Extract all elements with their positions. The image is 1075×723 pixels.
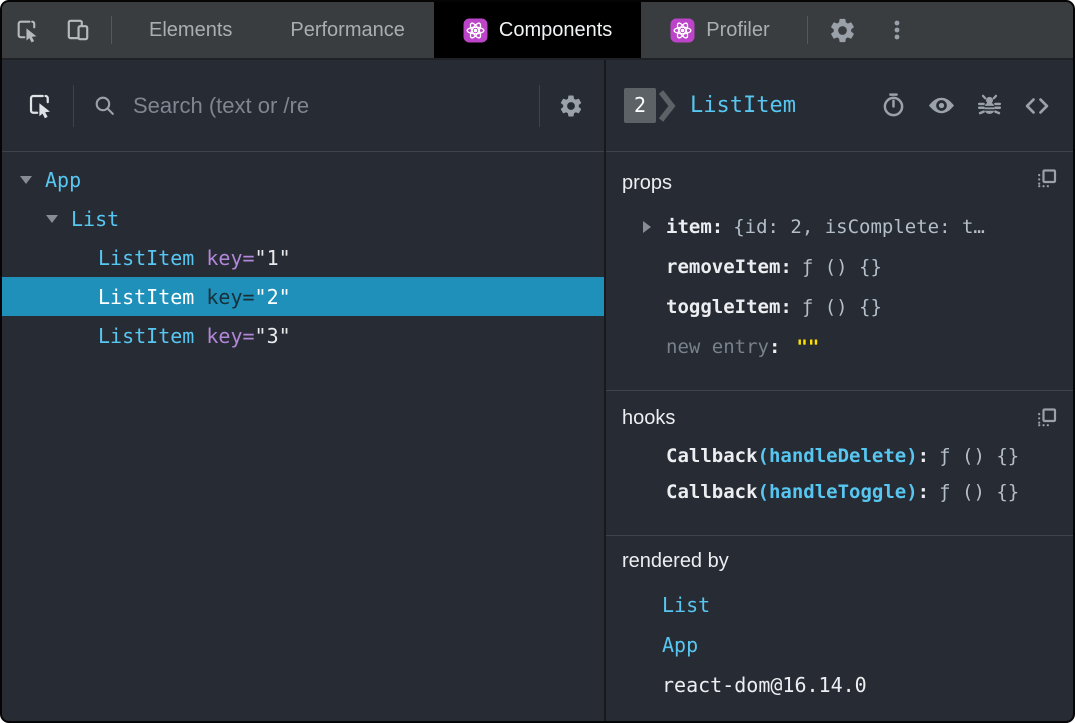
key-attribute: key= (206, 323, 255, 348)
divider (73, 84, 74, 127)
component-tree: App List ListItem key= "1" ListItem key= "… (2, 152, 604, 721)
selected-index-badge: 2 (624, 88, 657, 123)
log-to-console-bug-icon[interactable] (976, 92, 1003, 119)
props-section: props item: {id: 2, isComplete: t… remove… (606, 152, 1073, 391)
tree-node-listitem-2-selected[interactable]: ListItem key= "2" (2, 277, 604, 316)
tab-label: Performance (290, 18, 405, 41)
tree-node-listitem-1[interactable]: ListItem key= "1" (2, 238, 604, 277)
more-options-icon[interactable] (869, 2, 925, 58)
component-tree-pane: App List ListItem key="1" ListItem key="… (2, 60, 606, 721)
new-entry-value[interactable]: "" (796, 336, 819, 358)
react-logo-icon (462, 17, 488, 43)
section-title: rendered by (622, 550, 729, 572)
owner-link-list[interactable]: List (622, 585, 1057, 625)
component-name: App (45, 167, 82, 192)
component-name: ListItem (98, 245, 195, 270)
search-input[interactable] (133, 92, 521, 119)
prop-name: toggleItem (666, 296, 781, 318)
component-inspector-pane: 2 ListItem props item: {id: 2, isComple… (606, 60, 1073, 721)
tab-label: Profiler (706, 18, 770, 41)
prop-row-toggleitem[interactable]: toggleItem: ƒ () {} (622, 287, 1057, 327)
copy-props-icon[interactable] (1035, 168, 1059, 195)
prop-value: ƒ () {} (801, 296, 882, 318)
hook-value: ƒ () {} (939, 444, 1020, 467)
hook-name: Callback (666, 444, 758, 467)
devtools-tab-bar: Elements Performance Components Profiler (2, 2, 1073, 60)
inspector-header: 2 ListItem (606, 60, 1073, 152)
hooks-section: hooks Callback (handleDelete): ƒ () {} Cal… (606, 391, 1073, 536)
prop-name: removeItem (666, 256, 781, 278)
key-attribute: key= (206, 245, 255, 270)
prop-row-removeitem[interactable]: removeItem: ƒ () {} (622, 247, 1057, 287)
hook-function-name: (handleToggle) (757, 480, 918, 503)
tab-performance[interactable]: Performance (261, 2, 434, 58)
chevron-right-icon (658, 88, 676, 124)
prop-colon: : (780, 256, 792, 278)
device-toolbar-icon[interactable] (53, 2, 103, 58)
devtools-window: Elements Performance Components Profiler (0, 0, 1075, 723)
tree-node-list[interactable]: List (2, 199, 604, 238)
select-element-icon[interactable] (26, 91, 55, 120)
key-value: "1" (254, 245, 291, 270)
owner-name: App (662, 633, 699, 657)
prop-row-item[interactable]: item: {id: 2, isComplete: t… (622, 207, 1057, 247)
component-name: ListItem (98, 323, 195, 348)
prop-colon: : (768, 336, 781, 358)
react-logo-icon (670, 17, 696, 43)
selected-component-name: ListItem (690, 93, 797, 118)
section-title: props (622, 172, 673, 194)
key-attribute: key= (206, 284, 255, 309)
hook-colon: : (917, 444, 930, 467)
divider (806, 16, 808, 44)
suspense-stopwatch-icon[interactable] (880, 92, 907, 119)
tab-elements[interactable]: Elements (120, 2, 261, 58)
expand-arrow-icon[interactable] (20, 175, 32, 184)
tree-settings-gear-icon[interactable] (558, 93, 584, 119)
copy-hooks-icon[interactable] (1035, 407, 1059, 434)
expand-arrow-icon[interactable] (46, 214, 58, 223)
search-icon (92, 93, 117, 118)
hook-row-handletoggle[interactable]: Callback (handleToggle): ƒ () {} (622, 474, 1057, 510)
tree-node-listitem-3[interactable]: ListItem key= "3" (2, 316, 604, 355)
new-entry-name[interactable]: new entry (666, 336, 769, 358)
hook-row-handledelete[interactable]: Callback (handleDelete): ƒ () {} (622, 438, 1057, 474)
hook-value: ƒ () {} (939, 480, 1020, 503)
hook-name: Callback (666, 480, 758, 503)
owner-link-app[interactable]: App (622, 625, 1057, 665)
prop-value: {id: 2, isComplete: t… (733, 216, 985, 238)
owner-name: List (662, 593, 711, 617)
prop-name: item (666, 216, 712, 238)
component-name: List (71, 206, 120, 231)
key-value: "3" (254, 323, 291, 348)
prop-row-new-entry[interactable]: new entry: "" (622, 327, 1057, 367)
collapsed-arrow-icon[interactable] (643, 221, 651, 233)
tab-label: Elements (149, 18, 233, 41)
prop-colon: : (711, 216, 724, 238)
divider (111, 16, 112, 44)
prop-colon: : (780, 296, 792, 318)
view-source-code-icon[interactable] (1023, 92, 1051, 120)
renderer-name: react-dom@16.14.0 (662, 673, 867, 697)
tree-toolbar (2, 60, 604, 152)
hook-colon: : (917, 480, 930, 503)
tab-label: Components (498, 18, 613, 41)
rendered-by-section: rendered by List App react-dom@16.14.0 (606, 536, 1073, 721)
components-panel: App List ListItem key="1" ListItem key="… (2, 60, 1073, 721)
hook-function-name: (handleDelete) (757, 444, 918, 467)
owner-renderer-version: react-dom@16.14.0 (622, 665, 1057, 705)
divider (539, 84, 540, 127)
inspect-dom-eye-icon[interactable] (927, 91, 956, 120)
key-value: "2" (254, 284, 291, 309)
component-name: ListItem (98, 284, 195, 309)
tree-node-app[interactable]: App (2, 160, 604, 199)
settings-gear-icon[interactable] (816, 2, 869, 58)
inspect-element-icon[interactable] (2, 2, 53, 58)
tab-profiler[interactable]: Profiler (641, 2, 798, 58)
tab-components[interactable]: Components (433, 2, 642, 58)
prop-value: ƒ () {} (801, 256, 882, 278)
section-title: hooks (622, 406, 676, 429)
